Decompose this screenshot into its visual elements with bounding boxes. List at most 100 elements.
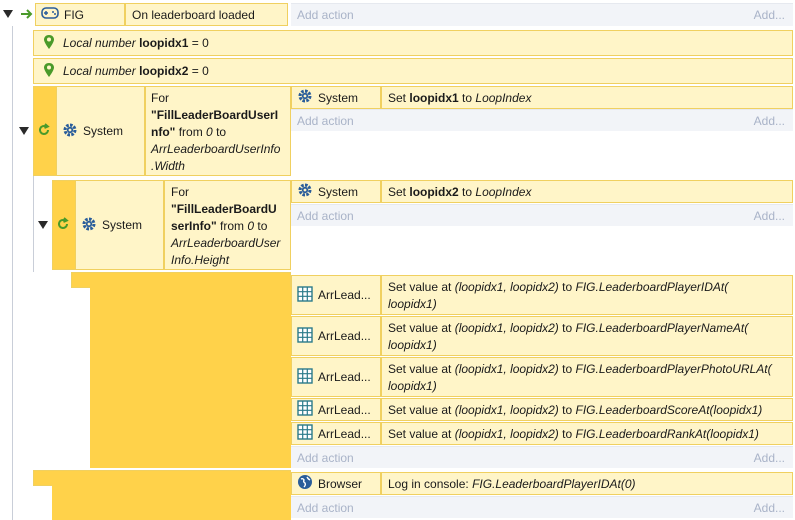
action-args: (loopidx1, loopidx2) (454, 321, 559, 335)
to-value-line1: ArrLeaderboardUser (171, 236, 281, 250)
add-action-link[interactable]: Add action (297, 451, 354, 465)
gamepad-icon (41, 6, 59, 23)
to-value-line1: ArrLeaderboardUserInfo (151, 142, 281, 156)
loop-icon (56, 217, 70, 234)
inner-action-object-3[interactable]: ArrLead... (291, 357, 381, 397)
action-pre: Set value at (388, 362, 452, 376)
array-grid-icon (297, 400, 313, 419)
add-short-link[interactable]: Add... (754, 8, 785, 22)
inner-action-object-5[interactable]: ArrLead... (291, 422, 381, 445)
add-action-row-loop2[interactable]: Add action Add... (291, 204, 793, 226)
action-expr: FIG.LeaderboardScoreAt(loopidx1) (575, 403, 763, 417)
loop2-action-object[interactable]: System (291, 180, 381, 203)
inner-action-1[interactable]: Set value at (loopidx1, loopidx2) to FIG… (381, 275, 793, 315)
action-expr: FIG.LeaderboardPlayerIDAt( (575, 280, 729, 294)
local-name: loopidx1 (139, 36, 189, 50)
action-to: to (562, 321, 573, 335)
action-object-name: Browser (318, 476, 363, 491)
local-name: loopidx2 (139, 64, 189, 78)
loop-name-line1: "FillLeaderBoardUserI (151, 108, 279, 122)
action-expr-line2: loopidx1) (388, 338, 437, 352)
gear-icon (81, 216, 97, 235)
condition-text: On leaderboard loaded (132, 8, 255, 22)
loop2-condition[interactable]: For "FillLeaderBoardU serInfo" from 0 to… (164, 180, 291, 270)
collapse-toggle-event1[interactable] (3, 10, 13, 18)
loop-icon (37, 123, 51, 140)
loop2-action[interactable]: Set loopidx2 to LoopIndex (381, 180, 793, 203)
add-action-link[interactable]: Add action (297, 501, 354, 515)
trigger-arrow-icon (18, 5, 36, 23)
last-action[interactable]: Log in console: FIG.LeaderboardPlayerIDA… (381, 472, 793, 495)
inner-action-object-1[interactable]: ArrLead... (291, 275, 381, 315)
inner-event-block (90, 287, 291, 468)
add-action-row-last[interactable]: Add action Add... (291, 496, 793, 518)
action-pre: Set (388, 185, 407, 199)
add-action-row-inner[interactable]: Add action Add... (291, 446, 793, 468)
inner-action-2[interactable]: Set value at (loopidx1, loopidx2) to FIG… (381, 316, 793, 356)
from-value: 0 (206, 125, 213, 139)
local-value: = 0 (191, 36, 209, 50)
inner-action-3[interactable]: Set value at (loopidx1, loopidx2) to FIG… (381, 357, 793, 397)
action-var: loopidx1 (409, 91, 459, 105)
collapse-toggle-loop2[interactable] (38, 221, 48, 229)
add-action-row-event1[interactable]: Add action Add... (291, 3, 793, 26)
from-label: from (220, 219, 245, 233)
add-action-link[interactable]: Add action (297, 114, 354, 128)
array-grid-icon (297, 367, 313, 387)
array-grid-icon (297, 326, 313, 346)
action-mid: to (462, 91, 473, 105)
add-short-link[interactable]: Add... (754, 209, 785, 223)
inner-action-4[interactable]: Set value at (loopidx1, loopidx2) to FIG… (381, 398, 793, 421)
loop1-action[interactable]: Set loopidx1 to LoopIndex (381, 86, 793, 109)
action-to: to (562, 362, 573, 376)
loop2-object-name: System (102, 218, 143, 232)
action-object-name: System (318, 90, 359, 105)
inner-action-5[interactable]: Set value at (loopidx1, loopidx2) to FIG… (381, 422, 793, 445)
loop1-action-object[interactable]: System (291, 86, 381, 109)
local-value: = 0 (191, 64, 209, 78)
action-mid: to (462, 185, 473, 199)
add-short-link[interactable]: Add... (754, 501, 785, 515)
local-variable-loopidx2[interactable]: Local number loopidx2 = 0 (33, 58, 793, 84)
from-value: 0 (247, 219, 255, 233)
last-action-object[interactable]: Browser (291, 472, 381, 495)
condition-on-leaderboard-loaded[interactable]: On leaderboard loaded (125, 3, 288, 26)
action-expr: FIG.LeaderboardPlayerNameAt( (575, 321, 749, 335)
add-short-link[interactable]: Add... (754, 114, 785, 128)
loop1-object-cell[interactable]: System (56, 86, 145, 176)
inner-action-object-2[interactable]: ArrLead... (291, 316, 381, 356)
globe-icon (297, 474, 313, 493)
action-expr: FIG.LeaderboardPlayerIDAt(0) (472, 477, 636, 491)
add-action-link[interactable]: Add action (297, 209, 354, 223)
loop1-condition[interactable]: For "FillLeaderBoardUserI nfo" from 0 to… (145, 86, 291, 176)
loop2-object-cell[interactable]: System (75, 180, 164, 270)
action-object-name: System (318, 184, 359, 199)
action-args: (loopidx1, loopidx2) (454, 280, 559, 294)
add-action-row-loop1[interactable]: Add action Add... (291, 109, 793, 131)
add-action-link[interactable]: Add action (297, 8, 354, 22)
to-value-line2: .Width (151, 159, 185, 173)
event1-object-name: FIG (64, 7, 84, 22)
action-expr: FIG.LeaderboardPlayerPhotoURLAt( (575, 362, 772, 376)
add-short-link[interactable]: Add... (754, 451, 785, 465)
from-label: from (178, 125, 203, 139)
to-label: to (257, 219, 268, 233)
inner-action-object-4[interactable]: ArrLead... (291, 398, 381, 421)
loop1-object-name: System (83, 124, 124, 138)
action-val: LoopIndex (475, 91, 532, 105)
action-pre: Set (388, 91, 407, 105)
action-object-name: ArrLead... (318, 329, 371, 343)
action-pre: Log in console: (388, 477, 469, 491)
gear-icon (297, 182, 313, 201)
local-variable-loopidx1[interactable]: Local number loopidx1 = 0 (33, 30, 793, 56)
action-pre: Set value at (388, 321, 452, 335)
event1-object-cell[interactable]: FIG (35, 3, 125, 26)
to-label: to (216, 125, 227, 139)
for-label: For (171, 185, 189, 199)
collapse-toggle-loop1[interactable] (19, 127, 29, 135)
action-to: to (562, 280, 573, 294)
action-object-name: ArrLead... (318, 288, 371, 302)
tree-line (33, 176, 34, 272)
loop-name-line2: nfo" (151, 125, 176, 139)
local-prefix: Local number (63, 64, 136, 78)
